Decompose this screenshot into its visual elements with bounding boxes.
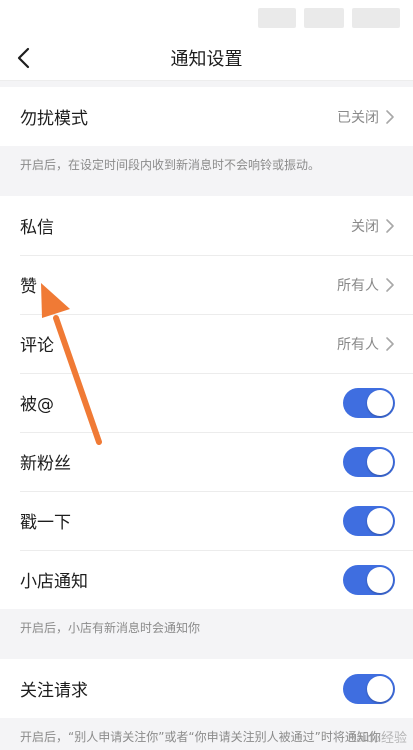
chevron-right-icon bbox=[386, 218, 394, 233]
new-fans-toggle[interactable] bbox=[343, 446, 395, 477]
chevron-right-icon bbox=[386, 277, 394, 292]
notify-group: 私信 关闭 赞 所有人 评论 所有人 被@ 新粉丝 戳一下 小店通知 bbox=[0, 196, 413, 609]
toggle-knob bbox=[367, 507, 393, 534]
row-label: 新粉丝 bbox=[20, 454, 71, 474]
row-follow-request: 关注请求 bbox=[0, 659, 413, 718]
row-new-fans: 新粉丝 bbox=[0, 432, 413, 491]
row-label: 赞 bbox=[20, 277, 37, 297]
watermark: Baidu经验 bbox=[347, 730, 407, 745]
dnd-hint: 开启后，在设定时间段内收到新消息时不会响铃或振动。 bbox=[0, 146, 413, 196]
nav-bar: 通知设置 bbox=[0, 36, 413, 81]
status-bar-blur bbox=[352, 8, 400, 28]
status-bar bbox=[0, 0, 413, 36]
toggle-knob bbox=[367, 448, 393, 475]
row-poke: 戳一下 bbox=[0, 491, 413, 550]
poke-toggle[interactable] bbox=[343, 505, 395, 536]
follow-request-toggle[interactable] bbox=[343, 673, 395, 704]
row-likes[interactable]: 赞 所有人 bbox=[0, 255, 413, 314]
status-bar-blur bbox=[304, 8, 344, 28]
toggle-knob bbox=[367, 389, 393, 416]
row-mentions: 被@ bbox=[0, 373, 413, 432]
dnd-row[interactable]: 勿扰模式 已关闭 bbox=[0, 87, 413, 146]
row-label: 被@ bbox=[20, 395, 54, 415]
page-title: 通知设置 bbox=[170, 49, 243, 70]
mentions-toggle[interactable] bbox=[343, 387, 395, 418]
toggle-knob bbox=[367, 566, 393, 593]
chevron-right-icon bbox=[386, 109, 394, 124]
status-bar-blur bbox=[258, 8, 296, 28]
toggle-knob bbox=[367, 675, 393, 702]
dnd-status: 已关闭 bbox=[337, 109, 379, 126]
back-arrow-icon[interactable] bbox=[14, 46, 36, 70]
row-value: 所有人 bbox=[337, 277, 379, 294]
dnd-group: 勿扰模式 已关闭 bbox=[0, 87, 413, 146]
row-label: 私信 bbox=[20, 218, 54, 238]
follow-group: 关注请求 bbox=[0, 659, 413, 718]
row-value: 所有人 bbox=[337, 336, 379, 353]
row-shop-notify: 小店通知 bbox=[0, 550, 413, 609]
dnd-label: 勿扰模式 bbox=[20, 109, 88, 129]
row-value: 关闭 bbox=[351, 218, 379, 235]
row-comments[interactable]: 评论 所有人 bbox=[0, 314, 413, 373]
chevron-right-icon bbox=[386, 336, 394, 351]
row-label: 戳一下 bbox=[20, 513, 71, 533]
row-private-message[interactable]: 私信 关闭 bbox=[0, 196, 413, 255]
row-label: 小店通知 bbox=[20, 572, 88, 592]
shop-hint: 开启后，小店有新消息时会通知你 bbox=[0, 609, 413, 659]
shop-notify-toggle[interactable] bbox=[343, 564, 395, 595]
row-label: 评论 bbox=[20, 336, 54, 356]
row-label: 关注请求 bbox=[20, 681, 88, 701]
